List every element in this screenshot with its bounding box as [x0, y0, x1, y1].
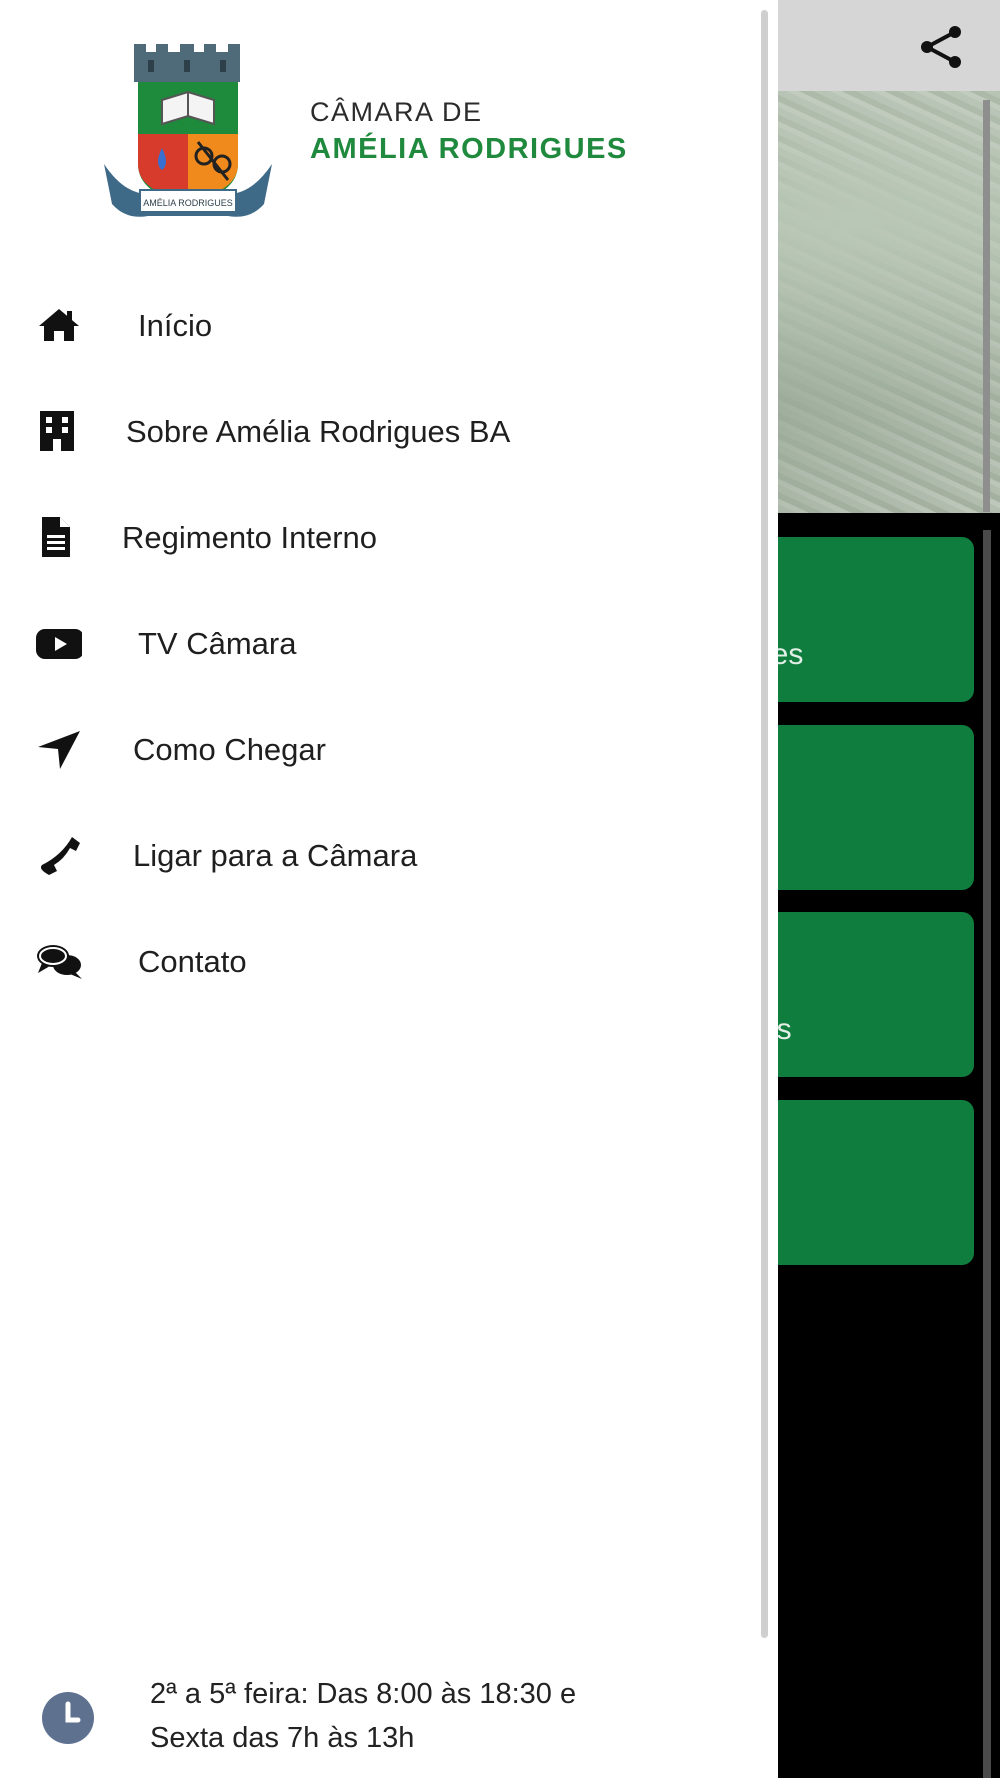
menu-item-regimento[interactable]: Regimento Interno: [0, 494, 760, 580]
opening-hours-text: 2ª a 5ª feira: Das 8:00 às 18:30 e Sexta…: [150, 1672, 750, 1760]
menu-item-inicio[interactable]: Início: [0, 282, 760, 368]
menu-item-label: Contato: [138, 944, 247, 979]
building-icon: [40, 411, 74, 451]
location-arrow-icon: [38, 731, 80, 769]
menu-item-label: Regimento Interno: [122, 520, 378, 555]
brand-subtitle: CÂMARA DE: [310, 97, 483, 127]
menu-item-label: Ligar para a Câmara: [133, 838, 418, 873]
menu-item-label: Sobre Amélia Rodrigues BA: [126, 414, 511, 449]
navigation-drawer: AMÉLIA RODRIGUES CÂMARA DE AMÉLIA RODRIG…: [0, 0, 778, 1778]
chat-bubbles-icon: [37, 945, 82, 979]
hero-scrollbar: [983, 100, 990, 512]
share-icon[interactable]: [915, 24, 967, 70]
hours-line-2: Sexta das 7h às 13h: [150, 1722, 415, 1754]
phone-icon: [40, 837, 80, 875]
menu-item-label: Como Chegar: [133, 732, 326, 767]
crest-ribbon-text: AMÉLIA RODRIGUES: [143, 198, 233, 208]
menu-item-como-chegar[interactable]: Como Chegar: [0, 706, 760, 792]
menu-item-label: Início: [138, 308, 213, 343]
drawer-scrollbar[interactable]: [761, 10, 768, 1638]
hours-line-1: 2ª a 5ª feira: Das 8:00 às 18:30 e: [150, 1678, 577, 1710]
opening-hours: 2ª a 5ª feira: Das 8:00 às 18:30 e Sexta…: [0, 1660, 760, 1778]
home-icon: [39, 309, 79, 341]
menu-item-contato[interactable]: Contato: [0, 918, 760, 1004]
menu-item-tv-camara[interactable]: TV Câmara: [0, 600, 760, 686]
menu-item-label: TV Câmara: [138, 626, 297, 661]
brand-title: AMÉLIA RODRIGUES: [310, 133, 628, 165]
menu-item-sobre[interactable]: Sobre Amélia Rodrigues BA: [0, 388, 760, 474]
clock-icon: [42, 1692, 94, 1744]
municipal-crest-logo: AMÉLIA RODRIGUES: [104, 44, 272, 217]
app-scrollbar: [983, 530, 991, 1778]
menu-item-ligar[interactable]: Ligar para a Câmara: [0, 812, 760, 898]
youtube-icon: [36, 629, 82, 659]
document-icon: [42, 517, 70, 557]
